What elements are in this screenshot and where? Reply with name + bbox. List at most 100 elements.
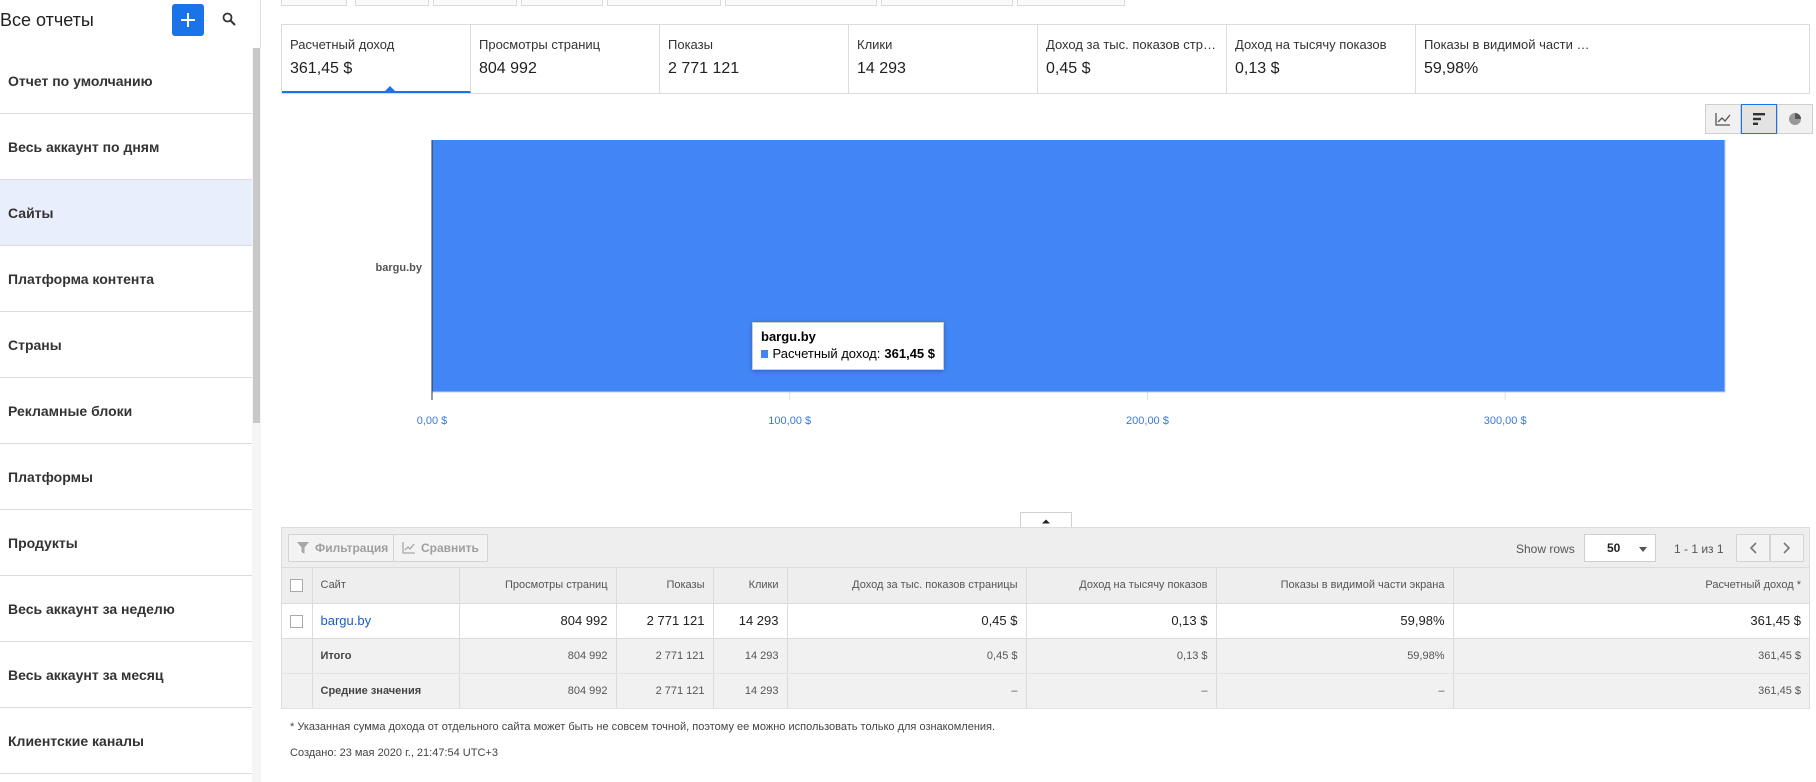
site-link[interactable]: bargu.by — [321, 613, 372, 628]
chevron-up-icon — [1042, 519, 1050, 523]
filter-button[interactable]: Фильтрация — [288, 534, 398, 562]
search-button[interactable] — [218, 8, 240, 30]
tooltip-row: Расчетный доход: 361,45 $ — [761, 346, 935, 361]
metric-tab[interactable]: Расчетный доход 361,45 $ — [282, 25, 471, 93]
totals-cell: 59,98% — [1216, 638, 1454, 674]
sidebar-item[interactable]: Клиентские каналы — [0, 708, 252, 774]
sidebar-item[interactable]: Весь аккаунт за месяц — [0, 642, 252, 708]
metric-tab[interactable]: Доход за тыс. показов страни… 0,45 $ — [1038, 25, 1227, 93]
filter-icon — [297, 542, 309, 554]
report-table-panel: Фильтрация Сравнить Show rows 50 1 - 1 и… — [281, 527, 1810, 709]
sidebar-item[interactable]: Платформы — [0, 444, 252, 510]
sidebar-item[interactable]: Рекламные блоки — [0, 378, 252, 444]
pagination-text: 1 - 1 из 1 — [1674, 542, 1724, 556]
top-tab-fragment[interactable] — [1017, 0, 1125, 6]
row-select-cell[interactable] — [282, 603, 313, 639]
totals-row: Итого 804 992 2 771 121 14 293 0,45 $ 0,… — [282, 638, 1809, 674]
metric-value: 0,13 $ — [1235, 60, 1280, 77]
sidebar-item[interactable]: Платформа контента — [0, 246, 252, 312]
sidebar-item[interactable]: Отчет по умолчанию — [0, 48, 252, 114]
averages-cell: 14 293 — [713, 673, 788, 709]
tooltip-swatch — [761, 349, 769, 358]
select-all-cell[interactable] — [282, 568, 313, 604]
compare-button[interactable]: Сравнить — [393, 534, 488, 562]
totals-cell: 14 293 — [713, 638, 788, 674]
active-caret-icon — [384, 86, 396, 91]
sidebar-item[interactable]: Страны — [0, 312, 252, 378]
table-cell: 804 992 — [459, 603, 617, 639]
column-header[interactable]: Просмотры страниц — [459, 568, 617, 604]
metric-label: Показы в видимой части экрана — [1424, 37, 1595, 52]
metric-tab[interactable]: Показы 2 771 121 — [660, 25, 849, 93]
column-header[interactable]: Показы в видимой части экрана — [1216, 568, 1454, 604]
column-header[interactable]: Расчетный доход * — [1453, 568, 1809, 604]
chevron-down-icon — [1639, 547, 1647, 552]
metric-label: Клики — [857, 37, 893, 52]
table-toolbar: Фильтрация Сравнить Show rows 50 1 - 1 и… — [282, 528, 1809, 568]
metric-label: Показы — [668, 37, 713, 52]
top-tab-fragment[interactable] — [725, 0, 877, 6]
metric-tab[interactable]: Доход на тысячу показов 0,13 $ — [1227, 25, 1416, 93]
add-report-button[interactable] — [172, 4, 204, 36]
category-label: bargu.by — [376, 262, 423, 274]
line-chart-button[interactable] — [1705, 104, 1741, 134]
column-header[interactable]: Доход за тыс. показов страницы — [787, 568, 1027, 604]
tooltip-label: Расчетный доход: — [772, 346, 881, 361]
sidebar-header: Все отчеты — [0, 0, 261, 42]
sidebar-scrollbar-thumb[interactable] — [253, 48, 260, 423]
top-tab-fragment[interactable] — [607, 0, 721, 6]
rows-per-page-select[interactable]: 50 — [1584, 534, 1656, 562]
site-cell: bargu.by — [312, 603, 460, 639]
metric-tab[interactable]: Показы в видимой части экрана 59,98% — [1416, 25, 1603, 93]
metric-tab[interactable]: Просмотры страниц 804 992 — [471, 25, 660, 93]
top-tab-fragment[interactable] — [281, 0, 347, 6]
filter-label: Фильтрация — [315, 541, 389, 555]
averages-cell: 361,45 $ — [1453, 673, 1809, 709]
sidebar-item[interactable]: Весь аккаунт по дням — [0, 114, 252, 180]
compare-icon — [402, 542, 415, 554]
table-cell: 14 293 — [713, 603, 788, 639]
totals-cell: 2 771 121 — [616, 638, 714, 674]
sidebar-item[interactable]: Весь аккаунт за неделю — [0, 576, 252, 642]
x-tick-label: 300,00 $ — [1484, 415, 1527, 427]
select-all-checkbox[interactable] — [290, 578, 303, 592]
show-rows-label: Show rows — [1516, 542, 1575, 556]
top-tab-fragment[interactable] — [881, 0, 1013, 6]
chevron-left-icon — [1749, 542, 1757, 554]
x-tick-label: 100,00 $ — [768, 415, 811, 427]
averages-label: Средние значения — [312, 673, 460, 709]
sidebar-item[interactable]: Сайты — [0, 180, 252, 246]
column-header[interactable]: Клики — [713, 568, 788, 604]
next-page-button[interactable] — [1770, 534, 1804, 562]
table-cell: 0,45 $ — [787, 603, 1027, 639]
metrics-row: Расчетный доход 361,45 $ Просмотры страниц… — [281, 24, 1810, 94]
averages-cell: – — [1216, 673, 1454, 709]
column-header[interactable]: Сайт — [312, 568, 460, 604]
top-tab-fragment[interactable] — [433, 0, 517, 6]
metric-tab[interactable]: Клики 14 293 — [849, 25, 1038, 93]
report-table: Сайт Просмотры страниц Показы Клики Дохо… — [282, 568, 1809, 709]
column-header[interactable]: Доход на тысячу показов — [1026, 568, 1217, 604]
averages-cell: – — [787, 673, 1027, 709]
metric-value: 2 771 121 — [668, 60, 740, 77]
sidebar-title: Все отчеты — [0, 10, 94, 30]
totals-cell: 0,45 $ — [787, 638, 1027, 674]
created-timestamp: Создано: 23 мая 2020 г., 21:47:54 UTC+3 — [290, 747, 498, 759]
collapse-chart-button[interactable] — [1020, 512, 1072, 528]
bar-chart-button[interactable] — [1741, 104, 1777, 134]
bar[interactable] — [431, 136, 1726, 393]
empty-cell — [282, 638, 313, 674]
pie-chart-icon — [1789, 113, 1801, 125]
tooltip-value: 361,45 $ — [884, 346, 935, 361]
sidebar-item[interactable]: Продукты — [0, 510, 252, 576]
footnote: * Указанная сумма дохода от отдельного с… — [290, 721, 996, 733]
top-tab-fragment[interactable] — [355, 0, 429, 6]
search-icon — [222, 12, 236, 26]
top-tab-fragment[interactable] — [521, 0, 603, 6]
metric-value: 14 293 — [857, 60, 906, 77]
pie-chart-button[interactable] — [1777, 104, 1813, 134]
prev-page-button[interactable] — [1736, 534, 1770, 562]
row-checkbox[interactable] — [290, 615, 303, 629]
chevron-right-icon — [1783, 542, 1791, 554]
column-header[interactable]: Показы — [616, 568, 714, 604]
